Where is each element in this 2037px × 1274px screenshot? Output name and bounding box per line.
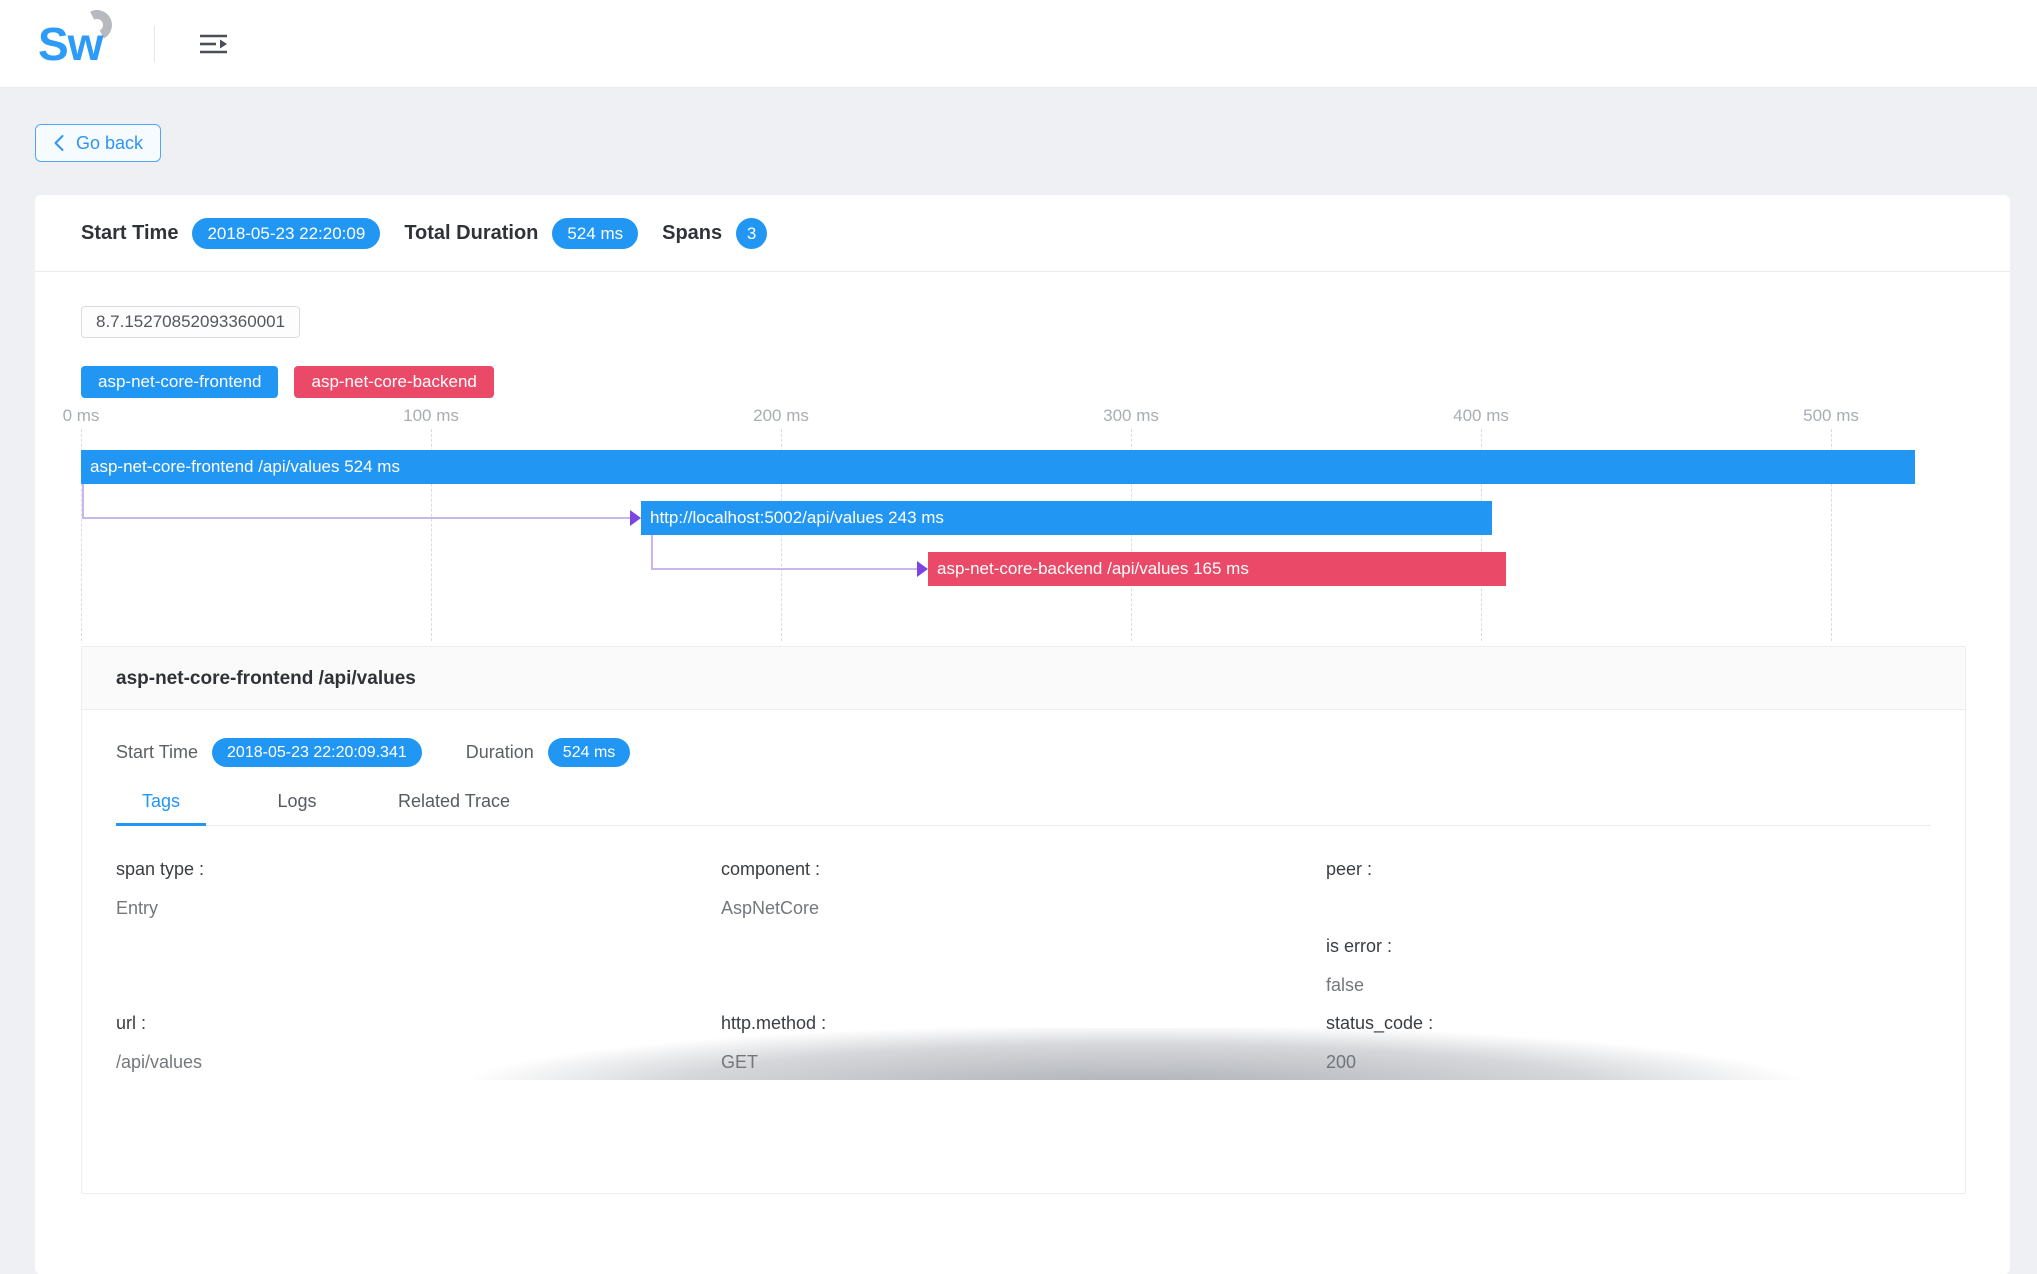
tag-value: false [1326, 975, 1931, 996]
span-detail-title: asp-net-core-frontend /api/values [82, 647, 1965, 710]
detail-duration-label: Duration [466, 742, 534, 763]
tag-cell: span type : Entry [116, 859, 721, 1013]
tab-related-trace[interactable]: Related Trace [388, 791, 520, 825]
go-back-button[interactable]: Go back [35, 124, 161, 162]
tag-item-http-method: http.method : GET [721, 1013, 1326, 1073]
service-legend: asp-net-core-frontend asp-net-core-backen… [81, 366, 1966, 398]
axis-tick-label: 100 ms [403, 406, 459, 426]
span-connector-vertical [82, 484, 84, 518]
total-duration-badge: 524 ms [552, 218, 638, 249]
tag-label: url : [116, 1013, 721, 1034]
tag-value [1326, 898, 1931, 919]
tag-label: peer : [1326, 859, 1931, 880]
tag-item-component: component : AspNetCore [721, 859, 1326, 919]
tag-label: span type : [116, 859, 721, 880]
span-connector-arrow-icon [630, 510, 641, 526]
axis-tick-label: 200 ms [753, 406, 809, 426]
tag-item-url: url : /api/values [116, 1013, 721, 1073]
service-tag-asp-net-core-backend: asp-net-core-backend [294, 366, 493, 398]
span-detail-panel: asp-net-core-frontend /api/values Start … [81, 646, 1966, 1194]
spans-label: Spans [662, 222, 722, 245]
detail-start-time-badge: 2018-05-23 22:20:09.341 [212, 738, 422, 767]
axis-tick-label: 500 ms [1803, 406, 1859, 426]
spans-stat: Spans 3 [662, 218, 767, 249]
detail-start-time-label: Start Time [116, 742, 198, 763]
sidebar-fold-icon[interactable] [199, 32, 229, 56]
service-tag-asp-net-core-frontend: asp-net-core-frontend [81, 366, 278, 398]
skywalking-logo[interactable]: Sw [38, 14, 130, 74]
tags-grid: span type : Entrycomponent : AspNetCorepee… [116, 859, 1931, 1153]
span-detail-body: Start Time 2018-05-23 22:20:09.341 Durat… [82, 710, 1965, 1193]
tag-cell: http.method : GET [721, 1013, 1326, 1153]
total-duration-label: Total Duration [404, 222, 538, 245]
trace-summary-bar: Start Time 2018-05-23 22:20:09 Total Dur… [35, 195, 2010, 272]
tag-label: is error : [1326, 936, 1931, 957]
span-detail-stats: Start Time 2018-05-23 22:20:09.341 Durat… [116, 738, 1931, 767]
tag-label: component : [721, 859, 1326, 880]
tag-item-span-type: span type : Entry [116, 859, 721, 919]
tag-value: /api/values [116, 1052, 721, 1073]
trace-timeline: 0 ms100 ms200 ms300 ms400 ms500 msasp-ne… [81, 401, 1966, 641]
start-time-badge: 2018-05-23 22:20:09 [192, 218, 380, 249]
logo-text: Sw [38, 14, 130, 74]
span-connector-horizontal [651, 568, 917, 570]
trace-card: Start Time 2018-05-23 22:20:09 Total Dur… [35, 195, 2010, 1274]
trace-id-chip: 8.7.15270852093360001 [81, 306, 300, 338]
tag-label: status_code : [1326, 1013, 1931, 1034]
tag-value: AspNetCore [721, 898, 1326, 919]
span-connector-vertical [651, 535, 653, 569]
detail-duration-badge: 524 ms [548, 738, 630, 767]
go-back-label: Go back [76, 133, 143, 154]
tag-value: Entry [116, 898, 721, 919]
trace-card-body: 8.7.15270852093360001 asp-net-core-front… [35, 272, 2010, 1274]
span-connector-horizontal [82, 517, 630, 519]
tag-cell: url : /api/values [116, 1013, 721, 1153]
tab-tags[interactable]: Tags [116, 791, 206, 825]
axis-tick-label: 400 ms [1453, 406, 1509, 426]
tag-item-is-error: is error : false [1326, 936, 1931, 996]
tag-item-status-code: status_code : 200 [1326, 1013, 1931, 1073]
top-navbar: Sw [0, 0, 2037, 88]
span-bar-0[interactable]: asp-net-core-frontend /api/values 524 ms [81, 450, 1915, 484]
nav-divider [154, 26, 155, 62]
detail-tabs: Tags Logs Related Trace [116, 791, 1931, 826]
span-bar-2[interactable]: asp-net-core-backend /api/values 165 ms [928, 552, 1506, 586]
span-connector-arrow-icon [917, 561, 928, 577]
tag-cell: status_code : 200 [1326, 1013, 1931, 1153]
start-time-stat: Start Time 2018-05-23 22:20:09 [81, 218, 380, 249]
tag-cell: component : AspNetCore [721, 859, 1326, 1013]
tag-value: 200 [1326, 1052, 1931, 1073]
axis-tick-label: 300 ms [1103, 406, 1159, 426]
tag-label: http.method : [721, 1013, 1326, 1034]
tab-logs[interactable]: Logs [252, 791, 342, 825]
tag-cell: peer : is error : false [1326, 859, 1931, 1013]
span-bar-1[interactable]: http://localhost:5002/api/values 243 ms [641, 501, 1492, 535]
axis-tick-label: 0 ms [63, 406, 100, 426]
spans-count-badge: 3 [736, 218, 767, 249]
start-time-label: Start Time [81, 222, 178, 245]
tag-item-peer: peer : [1326, 859, 1931, 919]
tag-value: GET [721, 1052, 1326, 1073]
chevron-left-icon [53, 134, 65, 152]
total-duration-stat: Total Duration 524 ms [404, 218, 638, 249]
